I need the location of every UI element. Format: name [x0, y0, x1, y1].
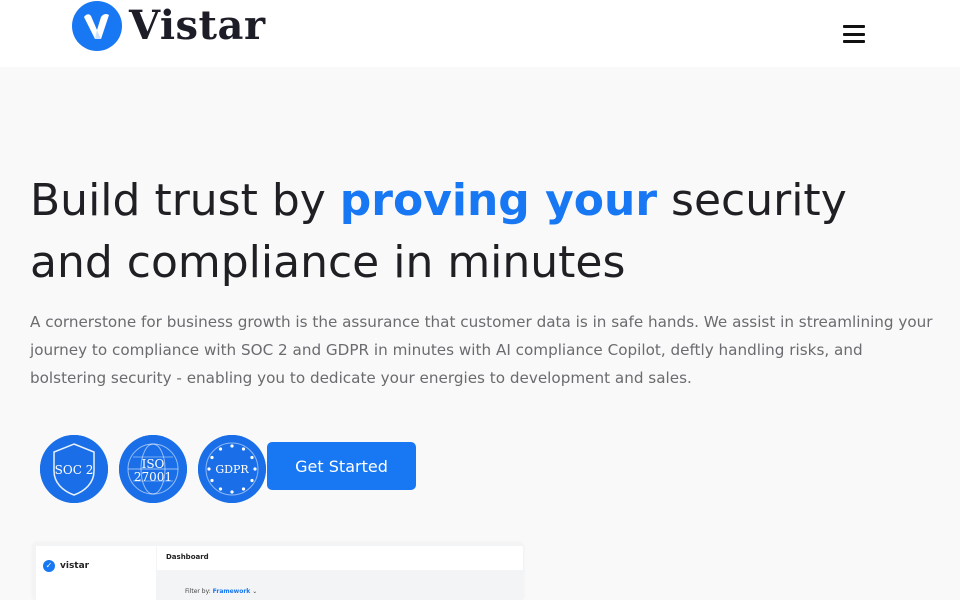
gdpr-badge: GDPR — [198, 435, 266, 503]
preview-topbar: Dashboard — [157, 546, 523, 570]
hamburger-menu-icon[interactable] — [842, 23, 866, 45]
iso-27001-badge: ISO 27001 — [119, 435, 187, 503]
dashboard-preview: ✓ vistar Dashboard Filter by: Framework … — [33, 543, 523, 600]
preview-sidebar: ✓ vistar — [36, 546, 156, 600]
soc2-badge-label: SOC 2 — [55, 463, 94, 477]
vistar-logo[interactable]: Vistar — [71, 0, 266, 52]
gdpr-badge-label: GDPR — [215, 463, 249, 476]
eu-stars-icon: GDPR — [198, 435, 266, 503]
preview-filter: Filter by: Framework ⌄ — [185, 588, 257, 595]
preview-filter-label: Filter by: — [185, 588, 211, 595]
logo-text: Vistar — [129, 2, 266, 49]
iso-badge-label-top: ISO — [142, 457, 165, 471]
menu-bar — [843, 25, 865, 28]
chevron-down-icon: ⌄ — [252, 588, 258, 595]
preview-heading: Dashboard — [166, 553, 209, 561]
preview-logo-icon: ✓ — [43, 560, 55, 572]
shield-icon: SOC 2 — [40, 435, 108, 503]
hero-title-accent: proving your — [339, 175, 658, 226]
hero-title-start: Build trust by — [30, 175, 340, 226]
hero-description: A cornerstone for business growth is the… — [30, 313, 933, 387]
menu-bar — [843, 32, 865, 36]
logo-check-icon — [72, 1, 122, 51]
site-header: Vistar — [0, 0, 960, 67]
preview-logo-text: vistar — [60, 561, 90, 571]
hero-title: Build trust by proving your security and… — [30, 170, 940, 294]
menu-bar — [843, 40, 865, 43]
globe-icon: ISO 27001 — [119, 435, 187, 503]
soc2-badge: SOC 2 — [40, 435, 108, 503]
get-started-button[interactable]: Get Started — [267, 442, 416, 490]
iso-badge-label-bottom: 27001 — [134, 470, 172, 484]
preview-filter-value: Framework — [212, 588, 251, 595]
preview-logo: ✓ vistar — [43, 560, 89, 572]
